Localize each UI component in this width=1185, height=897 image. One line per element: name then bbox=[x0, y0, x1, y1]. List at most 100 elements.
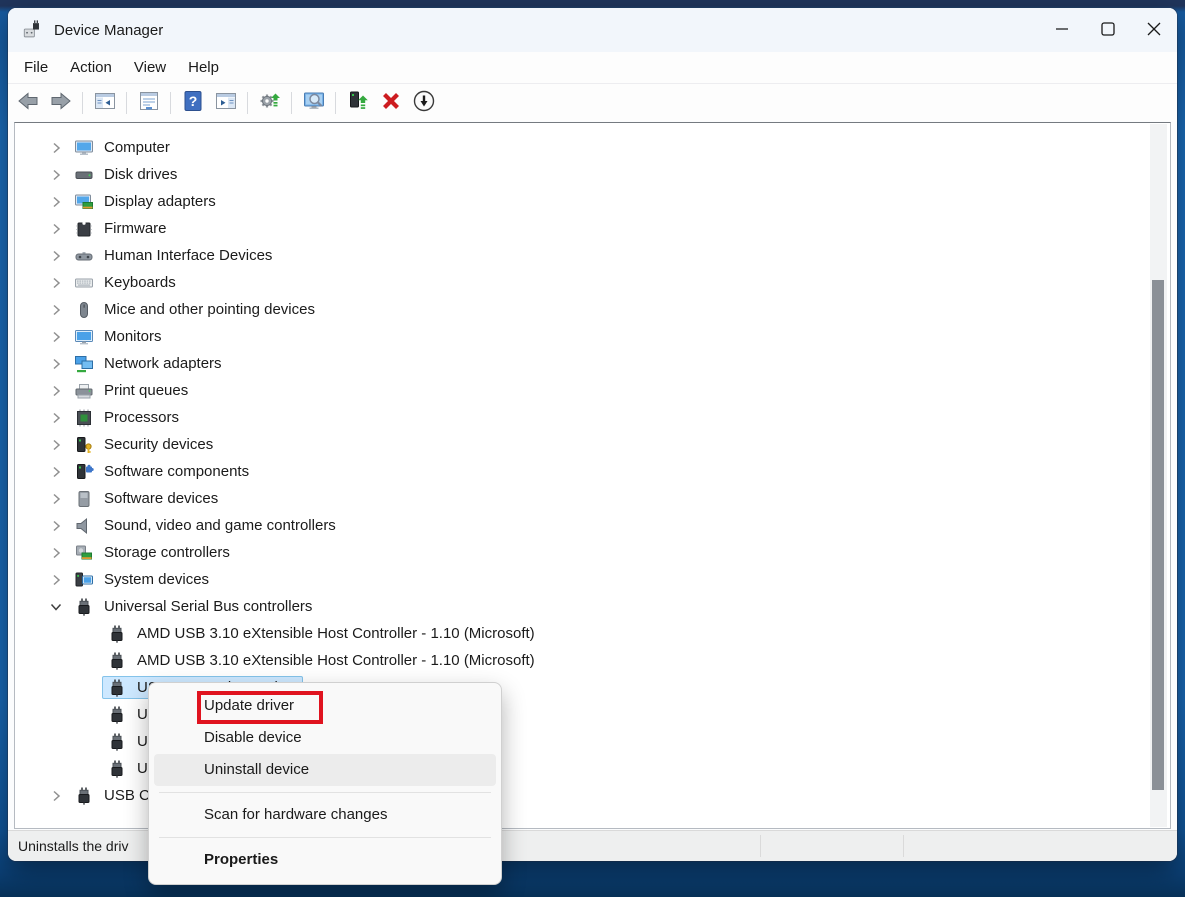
tree-row-content: Monitors bbox=[69, 325, 171, 348]
tree-row-content: Keyboards bbox=[69, 271, 185, 294]
toolbar-button-scan-for-hardware-changes[interactable] bbox=[254, 88, 285, 118]
svg-text:?: ? bbox=[188, 93, 197, 109]
chevron-right-icon[interactable] bbox=[47, 571, 69, 589]
chevron-right-icon[interactable] bbox=[47, 436, 69, 454]
printer-icon bbox=[74, 381, 94, 401]
toolbar-button-help[interactable]: ? bbox=[177, 88, 208, 118]
menu-item-action[interactable]: Action bbox=[59, 55, 123, 80]
tree-item-network-adapters[interactable]: Network adapters bbox=[15, 350, 1170, 377]
tree-item-label: Print queues bbox=[104, 382, 188, 399]
menu-item-help[interactable]: Help bbox=[177, 55, 230, 80]
chevron-right-icon[interactable] bbox=[47, 409, 69, 427]
usb-plug-icon bbox=[107, 651, 127, 671]
chevron-right-icon[interactable] bbox=[47, 139, 69, 157]
tree-item-system-devices[interactable]: System devices bbox=[15, 566, 1170, 593]
storage-controller-icon bbox=[74, 543, 94, 563]
menu-item-file[interactable]: File bbox=[13, 55, 59, 80]
toolbar-button-uninstall[interactable] bbox=[375, 88, 406, 118]
minimize-button[interactable] bbox=[1039, 8, 1085, 52]
chevron-right-icon[interactable] bbox=[47, 787, 69, 805]
chevron-right-icon[interactable] bbox=[47, 544, 69, 562]
tree-item-firmware[interactable]: Firmware bbox=[15, 215, 1170, 242]
statusbar-divider bbox=[760, 835, 761, 857]
chevron-right-icon[interactable] bbox=[47, 328, 69, 346]
chevron-right-icon[interactable] bbox=[47, 166, 69, 184]
software-component-icon bbox=[74, 462, 94, 482]
toolbar-separator bbox=[291, 92, 292, 114]
chevron-right-icon[interactable] bbox=[47, 382, 69, 400]
maximize-button[interactable] bbox=[1085, 8, 1131, 52]
tree-item-label: Keyboards bbox=[104, 274, 176, 291]
toolbar-button-update-driver[interactable] bbox=[342, 88, 373, 118]
usb-plug-icon bbox=[107, 705, 127, 725]
tree-item-human-interface-devices[interactable]: Human Interface Devices bbox=[15, 242, 1170, 269]
context-menu-item-properties[interactable]: Properties bbox=[149, 844, 501, 876]
chevron-right-icon[interactable] bbox=[47, 490, 69, 508]
tree-item-label: Network adapters bbox=[104, 355, 222, 372]
toolbar-button-properties[interactable] bbox=[133, 88, 164, 118]
toolbar-button-show-action-pane[interactable] bbox=[210, 88, 241, 118]
tree-item-amd-usb-3-10-extensible-host-controller-1-[interactable]: AMD USB 3.10 eXtensible Host Controller … bbox=[15, 647, 1170, 674]
context-menu-item-uninstall-device[interactable]: Uninstall device bbox=[154, 754, 496, 786]
tree-item-software-components[interactable]: Software components bbox=[15, 458, 1170, 485]
tree-item-display-adapters[interactable]: Display adapters bbox=[15, 188, 1170, 215]
software-device-icon bbox=[74, 489, 94, 509]
context-menu-item-disable-device[interactable]: Disable device bbox=[149, 722, 501, 754]
chevron-down-icon[interactable] bbox=[47, 598, 69, 616]
annotation-red-box bbox=[197, 691, 323, 724]
tree-row-content: Network adapters bbox=[69, 352, 231, 375]
scrollbar-thumb[interactable] bbox=[1152, 280, 1164, 790]
menu-item-view[interactable]: View bbox=[123, 55, 177, 80]
tree-item-storage-controllers[interactable]: Storage controllers bbox=[15, 539, 1170, 566]
tree-scrollbar[interactable] bbox=[1150, 124, 1167, 827]
system-device-icon bbox=[74, 570, 94, 590]
tree-item-label: Computer bbox=[104, 139, 170, 156]
mouse-icon bbox=[74, 300, 94, 320]
tree-item-sound-video-and-game-controllers[interactable]: Sound, video and game controllers bbox=[15, 512, 1170, 539]
context-menu-separator bbox=[159, 837, 491, 838]
chevron-right-icon[interactable] bbox=[47, 355, 69, 373]
usb-plug-icon bbox=[107, 624, 127, 644]
device-manager-icon bbox=[22, 19, 44, 41]
chevron-right-icon[interactable] bbox=[47, 274, 69, 292]
tree-item-print-queues[interactable]: Print queues bbox=[15, 377, 1170, 404]
tree-item-processors[interactable]: Processors bbox=[15, 404, 1170, 431]
chevron-right-icon[interactable] bbox=[47, 517, 69, 535]
context-menu-item-scan-for-hardware-changes[interactable]: Scan for hardware changes bbox=[149, 799, 501, 831]
toolbar-button-disable[interactable] bbox=[408, 88, 439, 118]
tree-row-content: USB C bbox=[69, 784, 159, 807]
tree-item-computer[interactable]: Computer bbox=[15, 134, 1170, 161]
toolbar-button-show-console-tree[interactable] bbox=[89, 88, 120, 118]
toolbar-separator bbox=[126, 92, 127, 114]
firmware-chip-icon bbox=[74, 219, 94, 239]
tree-item-label: Mice and other pointing devices bbox=[104, 301, 315, 318]
tree-row-content: Print queues bbox=[69, 379, 197, 402]
chevron-right-icon[interactable] bbox=[47, 193, 69, 211]
statusbar-text: Uninstalls the driv bbox=[18, 838, 129, 854]
tree-item-security-devices[interactable]: Security devices bbox=[15, 431, 1170, 458]
tree-row-content: System devices bbox=[69, 568, 218, 591]
chevron-right-icon[interactable] bbox=[47, 301, 69, 319]
security-device-icon bbox=[74, 435, 94, 455]
chevron-right-icon[interactable] bbox=[47, 220, 69, 238]
tree-item-label: Sound, video and game controllers bbox=[104, 517, 336, 534]
tree-item-universal-serial-bus-controllers[interactable]: Universal Serial Bus controllers bbox=[15, 593, 1170, 620]
close-button[interactable] bbox=[1131, 8, 1177, 52]
tree-row-content: Computer bbox=[69, 136, 179, 159]
chevron-right-icon[interactable] bbox=[47, 463, 69, 481]
disable-icon bbox=[412, 89, 436, 116]
toolbar-button-back[interactable] bbox=[12, 88, 43, 118]
chevron-right-icon[interactable] bbox=[47, 247, 69, 265]
tree-item-monitors[interactable]: Monitors bbox=[15, 323, 1170, 350]
tree-item-keyboards[interactable]: Keyboards bbox=[15, 269, 1170, 296]
toolbar-button-forward[interactable] bbox=[45, 88, 76, 118]
tree-item-software-devices[interactable]: Software devices bbox=[15, 485, 1170, 512]
tree-item-label: Display adapters bbox=[104, 193, 216, 210]
tree-item-amd-usb-3-10-extensible-host-controller-1-[interactable]: AMD USB 3.10 eXtensible Host Controller … bbox=[15, 620, 1170, 647]
tree-item-disk-drives[interactable]: Disk drives bbox=[15, 161, 1170, 188]
context-menu-item-update-driver[interactable]: Update driver bbox=[149, 690, 501, 722]
display-adapter-icon bbox=[74, 192, 94, 212]
tree-item-mice-and-other-pointing-devices[interactable]: Mice and other pointing devices bbox=[15, 296, 1170, 323]
toolbar-button-remote-computer[interactable] bbox=[298, 88, 329, 118]
speaker-icon bbox=[74, 516, 94, 536]
